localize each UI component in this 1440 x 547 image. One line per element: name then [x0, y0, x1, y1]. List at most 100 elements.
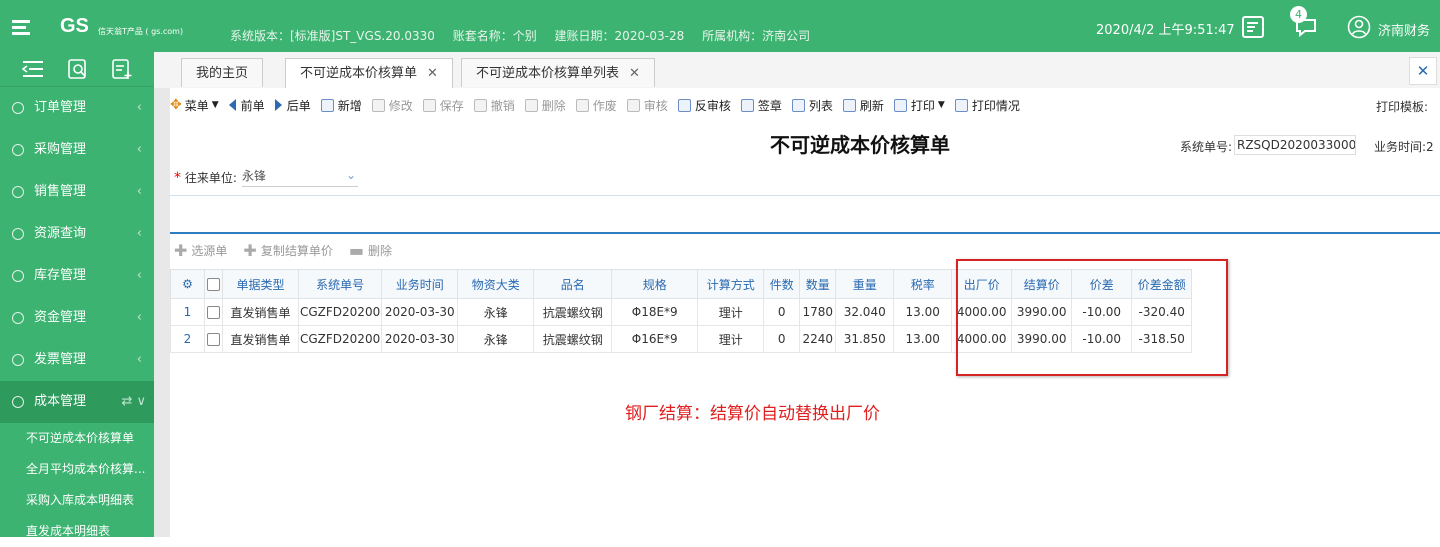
prev-arrow-icon: [228, 99, 236, 111]
unaudit-button[interactable]: 反审核: [677, 97, 731, 114]
tab-cost-calc[interactable]: 不可逆成本价核算单 ✕: [285, 58, 453, 89]
col-header[interactable]: 系统单号: [297, 269, 383, 299]
sign-button[interactable]: 签章: [740, 97, 782, 114]
table-cell: 理计: [697, 298, 765, 326]
highlight-box: [956, 259, 1228, 376]
sysno-field[interactable]: RZSQD20200330000: [1234, 135, 1356, 155]
row-number: 2: [170, 325, 205, 353]
tab-label: 不可逆成本价核算单: [300, 66, 418, 81]
row-checkbox[interactable]: [204, 325, 223, 353]
col-header[interactable]: 品名: [533, 269, 613, 299]
logo: GS: [60, 15, 89, 37]
button-label: 反审核: [694, 98, 731, 113]
user-avatar-icon[interactable]: [1347, 15, 1371, 39]
collapse-sidebar-icon[interactable]: [21, 59, 45, 79]
remarks-area[interactable]: [170, 195, 1440, 234]
user-name[interactable]: 济南财务: [1378, 20, 1430, 39]
col-header[interactable]: 件数: [763, 269, 801, 299]
delete-button[interactable]: 删除: [524, 97, 566, 114]
save-icon: [422, 98, 436, 112]
audit-button[interactable]: 审核: [626, 97, 668, 114]
prev-button[interactable]: 前单: [228, 97, 265, 114]
button-label: 删除: [541, 98, 566, 113]
add-doc-icon[interactable]: [111, 58, 133, 80]
print-status-button[interactable]: 打印情况: [954, 97, 1020, 114]
void-icon: [575, 98, 589, 112]
biztime-value[interactable]: 2: [1426, 140, 1434, 154]
sidebar-item-inventory[interactable]: 库存管理 ‹: [0, 255, 154, 297]
col-header[interactable]: 计算方式: [697, 269, 765, 299]
col-header[interactable]: 物资大类: [457, 269, 535, 299]
sidebar-subitem[interactable]: 采购入库成本明细表: [0, 485, 154, 516]
close-tab-icon[interactable]: ✕: [629, 66, 640, 81]
sidebar-subitem[interactable]: 直发成本明细表: [0, 516, 154, 547]
table-cell: 13.00: [893, 298, 953, 326]
col-header[interactable]: 重量: [835, 269, 895, 299]
edit-button[interactable]: 修改: [371, 97, 413, 114]
chevron-left-icon: ‹: [136, 310, 142, 325]
tab-home[interactable]: 我的主页: [181, 58, 264, 87]
void-button[interactable]: 作废: [575, 97, 617, 114]
sidebar-item-invoices[interactable]: 发票管理 ‹: [0, 339, 154, 381]
print-button[interactable]: 打印 ▼: [893, 97, 945, 114]
task-list-icon[interactable]: [1241, 15, 1265, 39]
content-area: 我的主页 不可逆成本价核算单 ✕ 不可逆成本价核算单列表 ✕ ✕ ✥ 菜单 ▼ 前单 后…: [154, 52, 1440, 537]
audit-icon: [626, 98, 640, 112]
sidebar-item-label: 采购管理: [34, 142, 87, 157]
add-button[interactable]: 新增: [320, 97, 362, 114]
hamburger-menu-icon[interactable]: [12, 20, 42, 35]
party-label: * 往来单位:: [174, 169, 237, 186]
sidebar-subitem[interactable]: 不可逆成本价核算单: [0, 423, 154, 454]
col-header[interactable]: 税率: [893, 269, 953, 299]
party-value: 永锋: [242, 169, 267, 183]
sidebar-item-funds[interactable]: 资金管理 ‹: [0, 297, 154, 339]
document-title: 不可逆成本价核算单: [770, 133, 950, 157]
refresh-button[interactable]: 刷新: [842, 97, 884, 114]
sidebar-item-sales[interactable]: 销售管理 ‹: [0, 171, 154, 213]
select-all-checkbox[interactable]: [204, 269, 223, 299]
tab-cost-calc-list[interactable]: 不可逆成本价核算单列表 ✕: [461, 58, 655, 87]
table-cell: 0: [763, 298, 801, 326]
sidebar-subitem[interactable]: 全月平均成本价核算...: [0, 454, 154, 485]
col-header[interactable]: 业务时间: [381, 269, 459, 299]
truck-icon: [12, 144, 24, 156]
sidebar-item-purchase[interactable]: 采购管理 ‹: [0, 129, 154, 171]
party-select[interactable]: 永锋 ⌄: [242, 166, 358, 187]
button-label: 刷新: [859, 98, 884, 113]
search-doc-icon[interactable]: [67, 58, 89, 80]
delete-row-button[interactable]: ▬ 删除: [349, 241, 392, 260]
table-cell: 2020-03-30: [381, 325, 459, 353]
button-label: 保存: [439, 98, 464, 113]
col-header[interactable]: 规格: [611, 269, 699, 299]
button-label: 复制结算单价: [260, 243, 333, 258]
next-button[interactable]: 后单: [274, 97, 311, 114]
button-label: 新增: [337, 98, 362, 113]
close-tab-icon[interactable]: ✕: [427, 66, 438, 81]
copy-price-button[interactable]: ✚ 复制结算单价: [243, 241, 332, 260]
button-label: 撤销: [490, 98, 515, 113]
close-panel-icon[interactable]: ✕: [1409, 57, 1437, 85]
table-cell: 2240: [799, 325, 837, 353]
sidebar-item-resources[interactable]: 资源查询 ‹: [0, 213, 154, 255]
select-source-button[interactable]: ✚ 选源单: [174, 241, 227, 260]
column-settings-icon[interactable]: ⚙: [170, 269, 205, 299]
button-label: 选源单: [191, 243, 228, 258]
col-header[interactable]: 单据类型: [222, 269, 299, 299]
col-header[interactable]: 数量: [799, 269, 837, 299]
datetime: 2020/4/2 上午9:51:47: [1096, 23, 1235, 38]
sidebar-item-orders[interactable]: 订单管理 ‹: [0, 87, 154, 129]
chevron-left-icon: ‹: [136, 184, 142, 199]
list-button[interactable]: 列表: [791, 97, 833, 114]
row-checkbox[interactable]: [204, 298, 223, 326]
menu-button[interactable]: ✥ 菜单 ▼: [170, 97, 219, 114]
sidebar-item-cost[interactable]: 成本管理 ⇄ ∨: [0, 381, 154, 423]
sidebar-item-label: 资金管理: [34, 310, 87, 325]
funds-icon: [12, 312, 24, 324]
button-label: 打印: [910, 98, 935, 113]
print-status-icon: [954, 98, 968, 112]
sidebar-item-label: 资源查询: [34, 226, 87, 241]
button-label: 列表: [808, 98, 833, 113]
refresh-icon: [842, 98, 856, 112]
undo-button[interactable]: 撤销: [473, 97, 515, 114]
save-button[interactable]: 保存: [422, 97, 464, 114]
